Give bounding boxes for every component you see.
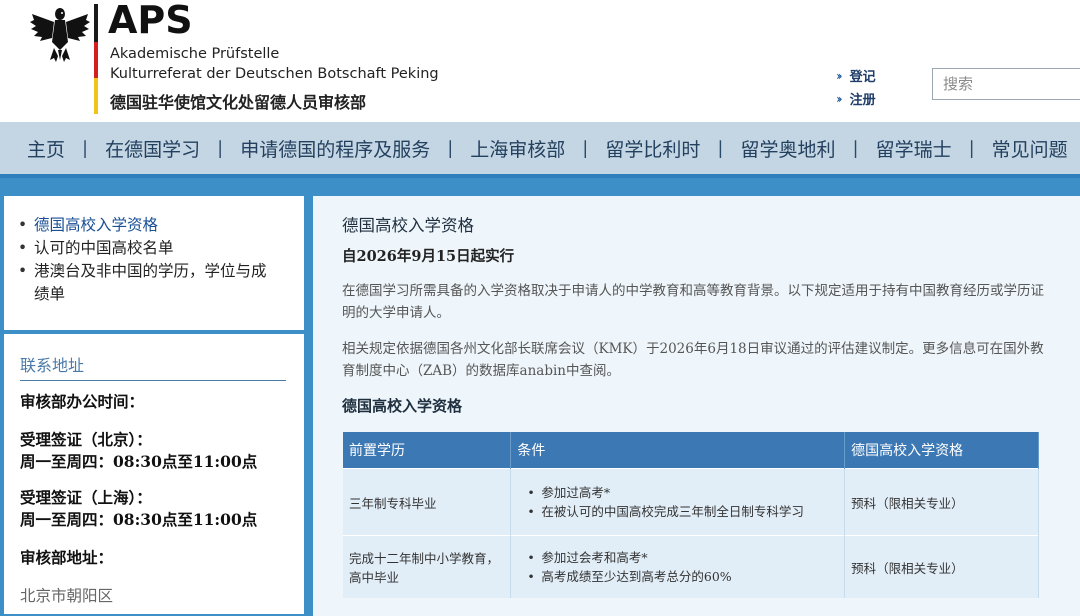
office-hours-label: 审核部办公时间： [20, 392, 145, 411]
double-chevron-icon: ›› [836, 68, 842, 83]
table-row: 三年制专科毕业 参加过高考* 在被认可的中国高校完成三年制全日制专科学习 预科（… [343, 468, 1039, 536]
register-link[interactable]: ›› 注册 [836, 87, 876, 110]
beijing-visa-label: 受理签证（北京）： [20, 430, 152, 449]
nav-item-switzerland[interactable]: 留学瑞士 [859, 135, 969, 162]
condition-item: 在被认可的中国高校完成三年制全日制专科学习 [527, 502, 838, 521]
sidebar-item-recognized-universities[interactable]: 认可的中国高校名单 [18, 237, 304, 260]
login-label: 登记 [849, 70, 876, 85]
login-link[interactable]: ›› 登记 [836, 64, 876, 87]
cell-conditions: 参加过会考和高考* 高考成绩至少达到高考总分的60% [510, 535, 846, 598]
cell-qualification: 预科（限相关专业） [844, 468, 1039, 536]
sidebar-item-label-cont: 绩单 [34, 285, 66, 303]
register-label: 注册 [849, 93, 876, 108]
main-nav: 主页 | 在德国学习 | 申请德国的程序及服务 | 上海审核部 | 留学比利时 | 留学奥… [0, 122, 1080, 178]
contact-title: 联系地址 [20, 352, 286, 381]
regulation-paragraph: 相关规定依据德国各州文化部长联席会议（KMK）于2026年6月18日审议通过的评… [342, 341, 1044, 379]
sidebar-contact: 联系地址 审核部办公时间： 受理签证（北京）： 周一至周四：08:30点至11:… [4, 334, 304, 614]
section-heading: 德国高校入学资格 [342, 397, 463, 415]
nav-item-austria[interactable]: 留学奥地利 [723, 135, 852, 162]
office-address-label: 审核部地址： [20, 548, 114, 567]
double-chevron-icon: ›› [836, 91, 842, 106]
nav-divider [0, 174, 1080, 178]
brand-title: APS [108, 0, 193, 42]
intro-paragraph: 在德国学习所需具备的入学资格取决于申请人的中学教育和高等教育背景。以下规定适用于… [342, 283, 1044, 321]
condition-item: 参加过高考* [527, 483, 838, 502]
sidebar-item-hk-macau-taiwan[interactable]: 港澳台及非中国的学历，学位与成绩单 [18, 260, 304, 306]
shanghai-visa-hours: 周一至周四：08:30点至11:00点 [20, 510, 258, 529]
search-input[interactable] [932, 68, 1080, 100]
table-row: 完成十二年制中小学教育，高中毕业 参加过会考和高考* 高考成绩至少达到高考总分的… [343, 535, 1039, 598]
condition-item: 参加过会考和高考* [527, 548, 838, 567]
sidebar-item-university-entrance[interactable]: 德国高校入学资格 [18, 214, 304, 237]
table-header-row: 前置学历 条件 德国高校入学资格 [343, 432, 1039, 469]
shanghai-visa-label: 受理签证（上海）： [20, 488, 152, 507]
condition-item: 高考成绩至少达到高考总分的60% [527, 567, 838, 586]
site-header: APS Akademische Prüfstelle Kulturreferat… [0, 0, 1080, 122]
column-header-prior-education: 前置学历 [343, 432, 512, 469]
cell-prior-education: 完成十二年制中小学教育，高中毕业 [343, 535, 512, 598]
office-address: 北京市朝阳区 [20, 587, 114, 605]
nav-item-study-in-germany[interactable]: 在德国学习 [88, 135, 217, 162]
nav-item-shanghai-office[interactable]: 上海审核部 [453, 135, 582, 162]
german-flag-bar [94, 4, 98, 114]
brand-subtitle-zh: 德国驻华使馆文化处留德人员审核部 [110, 93, 367, 112]
cell-conditions: 参加过高考* 在被认可的中国高校完成三年制全日制专科学习 [510, 468, 846, 536]
nav-item-application-process[interactable]: 申请德国的程序及服务 [223, 135, 447, 162]
auth-links: ›› 登记 ›› 注册 [836, 64, 876, 110]
eagle-logo-icon [30, 8, 90, 62]
beijing-visa-hours: 周一至周四：08:30点至11:00点 [20, 452, 258, 471]
nav-item-belgium[interactable]: 留学比利时 [588, 135, 717, 162]
page-title: 德国高校入学资格 [342, 216, 474, 235]
column-header-conditions: 条件 [510, 432, 846, 469]
main-content: 德国高校入学资格 自2026年9月15日起实行 在德国学习所需具备的入学资格取决… [313, 196, 1080, 616]
brand-subtitle-de: Akademische Prüfstelle [110, 46, 280, 62]
nav-item-faq[interactable]: 常见问题 [975, 135, 1080, 162]
nav-item-home[interactable]: 主页 [10, 135, 82, 162]
sidebar-links: 德国高校入学资格 认可的中国高校名单 港澳台及非中国的学历，学位与成绩单 [4, 196, 304, 330]
sidebar-item-label: 港澳台及非中国的学历，学位与成 [34, 262, 267, 280]
requirements-table: 前置学历 条件 德国高校入学资格 三年制专科毕业 参加过高考* 在被认可的中国高… [343, 432, 1039, 598]
effective-date: 自2026年9月15日起实行 [342, 248, 515, 265]
brand-subtitle-embassy: Kulturreferat der Deutschen Botschaft Pe… [110, 66, 439, 82]
cell-qualification: 预科（限相关专业） [844, 535, 1039, 598]
cell-prior-education: 三年制专科毕业 [343, 468, 512, 536]
column-header-qualification: 德国高校入学资格 [844, 432, 1039, 469]
